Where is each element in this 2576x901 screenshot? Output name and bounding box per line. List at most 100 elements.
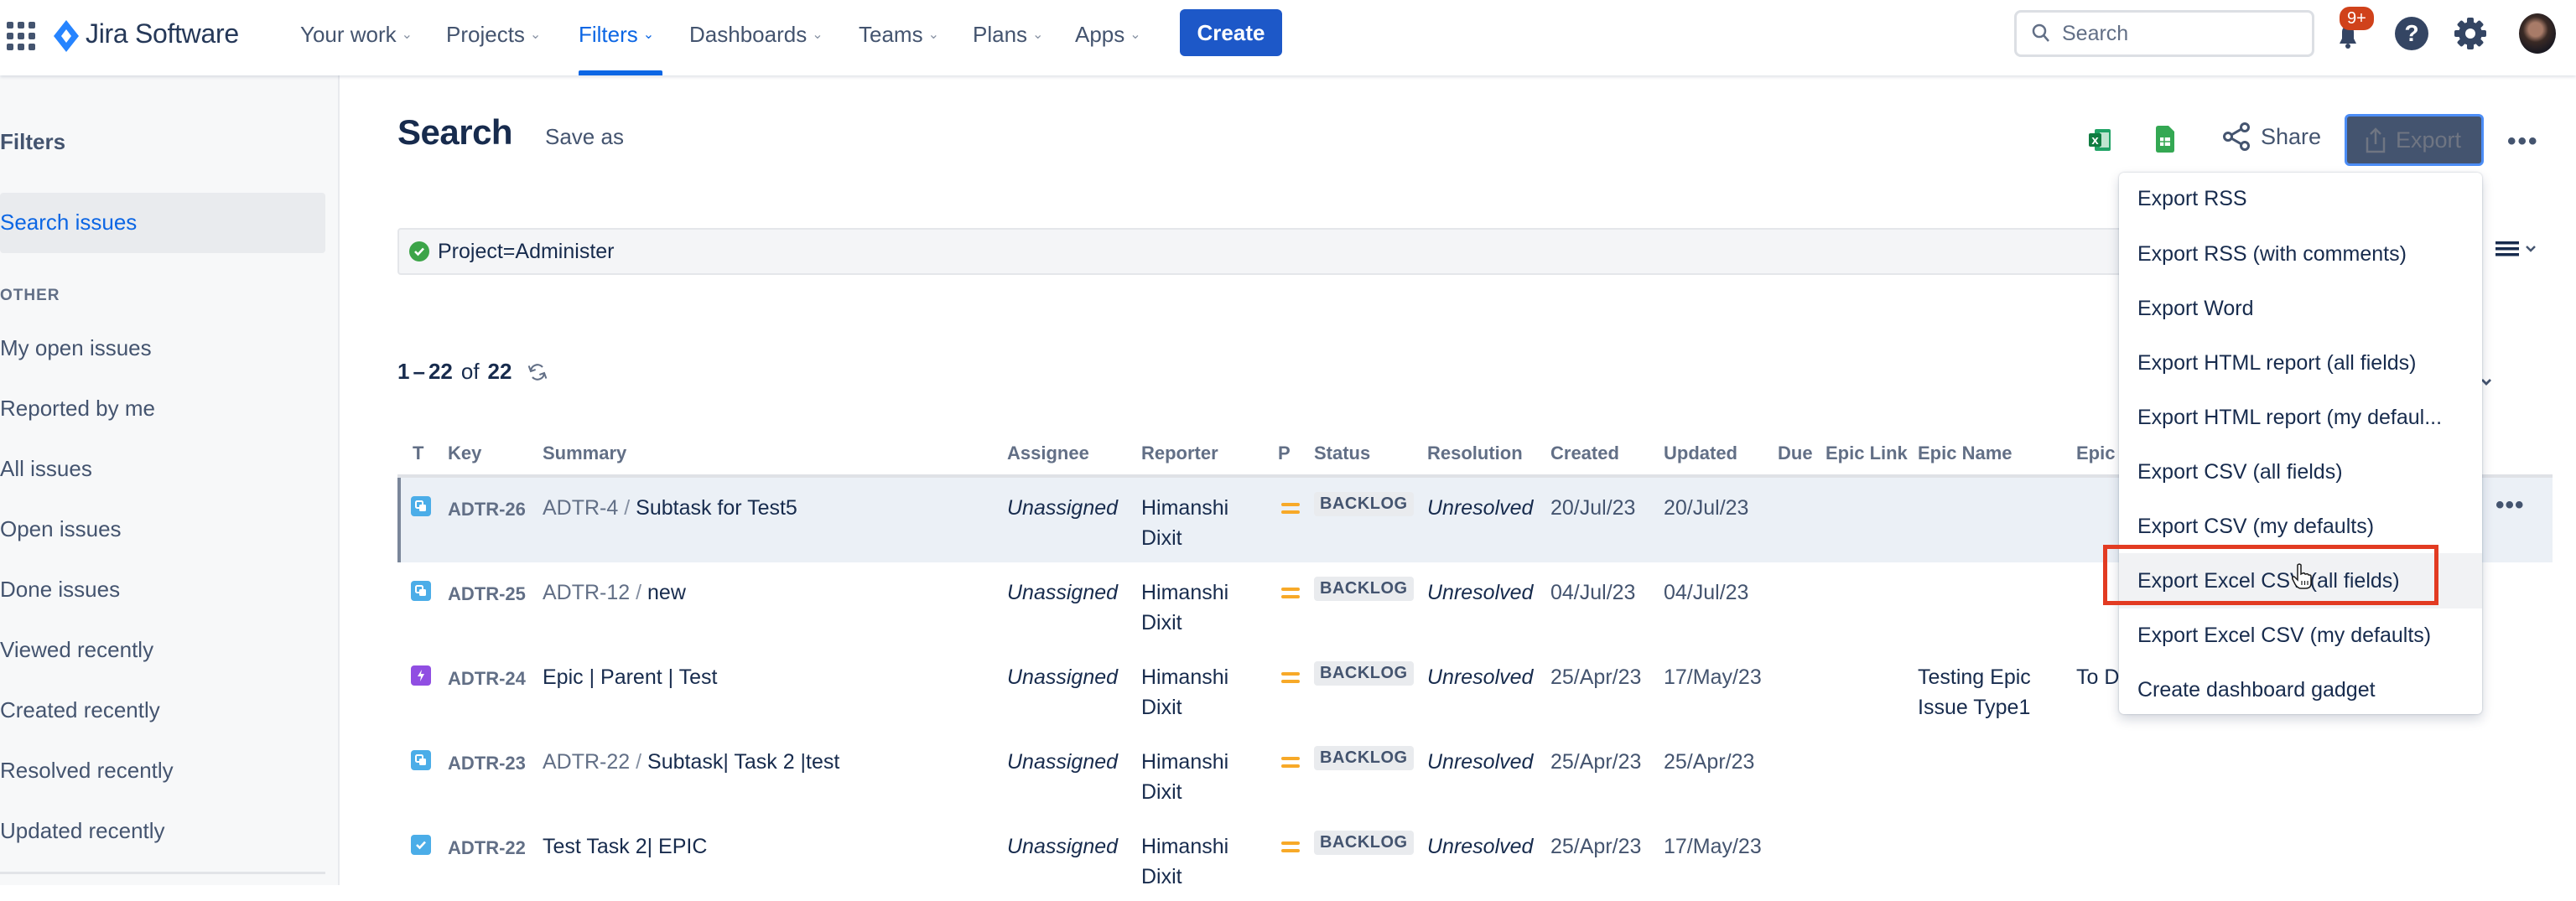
column-header-updated[interactable]: Updated (1664, 443, 1737, 464)
table-row[interactable]: ADTR-22 Test Task 2| EPIC Unassigned Himans… (397, 816, 2553, 901)
nav-teams[interactable]: Teams ⌄ (859, 18, 939, 50)
google-sheets-icon[interactable] (2156, 126, 2174, 153)
priority-medium-icon (1281, 588, 1300, 599)
export-menu-item[interactable]: Export Excel CSV (my defaults) (2119, 608, 2482, 663)
share-button[interactable]: Share (2222, 122, 2321, 151)
created-date: 25/Apr/23 (1550, 665, 1642, 689)
parent-issue-link[interactable]: ADTR-22 (543, 750, 630, 774)
jira-logo-icon[interactable] (54, 20, 79, 52)
list-view-toggle[interactable] (2496, 240, 2537, 258)
export-button[interactable]: Export (2345, 114, 2484, 166)
results-dash: – (413, 359, 425, 384)
export-menu-item[interactable]: Export RSS (2119, 171, 2482, 226)
sidebar-item-label[interactable]: Search issues (0, 210, 137, 236)
sidebar-item-open-issues[interactable]: Open issues (0, 516, 122, 542)
column-header-reporter[interactable]: Reporter (1141, 443, 1218, 464)
column-header-priority[interactable]: P (1278, 443, 1291, 464)
sidebar-item-reported-by-me[interactable]: Reported by me (0, 396, 155, 422)
issue-key-link[interactable]: ADTR-23 (448, 748, 526, 779)
status-lozenge[interactable]: BACKLOG (1314, 831, 1414, 855)
parent-issue-link[interactable]: ADTR-4 (543, 496, 618, 520)
product-name[interactable]: Jira Software (86, 17, 239, 50)
nav-label: Filters (579, 22, 638, 47)
export-menu-item[interactable]: Export HTML report (my defaul... (2119, 390, 2482, 445)
chevron-down-icon: ⌄ (642, 28, 655, 42)
status-lozenge[interactable]: BACKLOG (1314, 577, 1414, 601)
export-menu-item[interactable]: Export HTML report (all fields) (2119, 335, 2482, 391)
created-date: 25/Apr/23 (1550, 835, 1642, 858)
nav-filters[interactable]: Filters ⌄ (579, 18, 654, 50)
column-header-due[interactable]: Due (1778, 443, 1813, 464)
column-header-epic-name[interactable]: Epic Name (1918, 443, 2012, 464)
app-switcher-icon[interactable] (7, 22, 35, 50)
summary-link[interactable]: new (647, 581, 686, 604)
export-menu-item[interactable]: Export CSV (my defaults) (2119, 499, 2482, 554)
issue-summary[interactable]: ADTR-12 / new (543, 577, 686, 608)
sidebar-item-all-issues[interactable]: All issues (0, 456, 92, 482)
sidebar-item-created-recently[interactable]: Created recently (0, 697, 160, 723)
issue-summary[interactable]: Epic | Parent | Test (543, 662, 717, 692)
help-icon[interactable]: ? (2395, 17, 2428, 50)
issue-key-link[interactable]: ADTR-22 (448, 833, 526, 863)
column-header-key[interactable]: Key (448, 443, 481, 464)
export-menu-item[interactable]: Export RSS (with comments) (2119, 226, 2482, 282)
summary-link[interactable]: Epic | Parent | Test (543, 665, 717, 689)
column-header-summary[interactable]: Summary (543, 443, 626, 464)
list-view-icon (2496, 241, 2519, 256)
nav-projects[interactable]: Projects ⌄ (446, 18, 541, 50)
avatar[interactable] (2519, 13, 2556, 54)
sidebar-item-viewed-recently[interactable]: Viewed recently (0, 637, 153, 663)
status-lozenge[interactable]: BACKLOG (1314, 661, 1414, 686)
sidebar-item-updated-recently[interactable]: Updated recently (0, 818, 165, 844)
search-input[interactable]: Search (2014, 10, 2314, 57)
sidebar-divider (0, 872, 325, 874)
table-row[interactable]: ADTR-23 ADTR-22 / Subtask| Task 2 |test Un… (397, 732, 2553, 816)
issue-key-link[interactable]: ADTR-26 (448, 495, 526, 525)
refresh-icon[interactable] (527, 361, 548, 383)
more-actions-button[interactable]: ••• (2507, 127, 2539, 156)
column-header-resolution[interactable]: Resolution (1427, 443, 1523, 464)
sidebar-item-my-open-issues[interactable]: My open issues (0, 335, 152, 361)
nav-plans[interactable]: Plans ⌄ (973, 18, 1043, 50)
nav-label: Your work (300, 22, 397, 47)
row-actions-button[interactable]: ••• (2496, 491, 2525, 520)
priority-medium-icon (1281, 672, 1300, 684)
resolution-value: Unresolved (1427, 750, 1534, 774)
status-lozenge[interactable]: BACKLOG (1314, 492, 1414, 516)
jql-query-input[interactable]: Project=Administer (397, 228, 2158, 275)
issue-key-link[interactable]: ADTR-25 (448, 579, 526, 609)
column-header-epic-link[interactable]: Epic Link (1826, 443, 1908, 464)
issue-summary[interactable]: ADTR-4 / Subtask for Test5 (543, 493, 797, 523)
nav-apps[interactable]: Apps ⌄ (1075, 18, 1141, 50)
sidebar-item-resolved-recently[interactable]: Resolved recently (0, 758, 174, 784)
priority-medium-icon (1281, 841, 1300, 853)
summary-link[interactable]: Subtask| Task 2 |test (647, 750, 839, 774)
excel-icon[interactable]: X (2088, 127, 2111, 153)
summary-link[interactable]: Subtask for Test5 (636, 496, 797, 520)
updated-date: 25/Apr/23 (1664, 750, 1755, 774)
export-menu-item[interactable]: Export Word (2119, 281, 2482, 336)
export-menu-item[interactable]: Export CSV (all fields) (2119, 444, 2482, 500)
sidebar-item-done-issues[interactable]: Done issues (0, 577, 120, 603)
priority-medium-icon (1281, 757, 1300, 769)
parent-issue-link[interactable]: ADTR-12 (543, 581, 630, 604)
nav-your-work[interactable]: Your work ⌄ (300, 18, 413, 50)
resolution-value: Unresolved (1427, 835, 1534, 858)
resolution-value: Unresolved (1427, 496, 1534, 520)
save-as-button[interactable]: Save as (545, 124, 624, 150)
task-type-icon (411, 835, 431, 855)
issue-key-link[interactable]: ADTR-24 (448, 664, 526, 694)
nav-dashboards[interactable]: Dashboards ⌄ (689, 18, 823, 50)
gear-icon[interactable] (2452, 15, 2489, 52)
issue-summary[interactable]: Test Task 2| EPIC (543, 831, 707, 862)
summary-link[interactable]: Test Task 2| EPIC (543, 835, 707, 858)
column-header-created[interactable]: Created (1550, 443, 1619, 464)
column-header-epic-status[interactable]: Epic (2076, 443, 2115, 464)
issue-summary[interactable]: ADTR-22 / Subtask| Task 2 |test (543, 747, 839, 777)
column-header-type[interactable]: T (413, 443, 423, 464)
status-lozenge[interactable]: BACKLOG (1314, 746, 1414, 770)
column-header-assignee[interactable]: Assignee (1007, 443, 1089, 464)
export-menu-item[interactable]: Create dashboard gadget (2119, 662, 2482, 717)
column-header-status[interactable]: Status (1314, 443, 1370, 464)
create-button[interactable]: Create (1180, 9, 1282, 56)
